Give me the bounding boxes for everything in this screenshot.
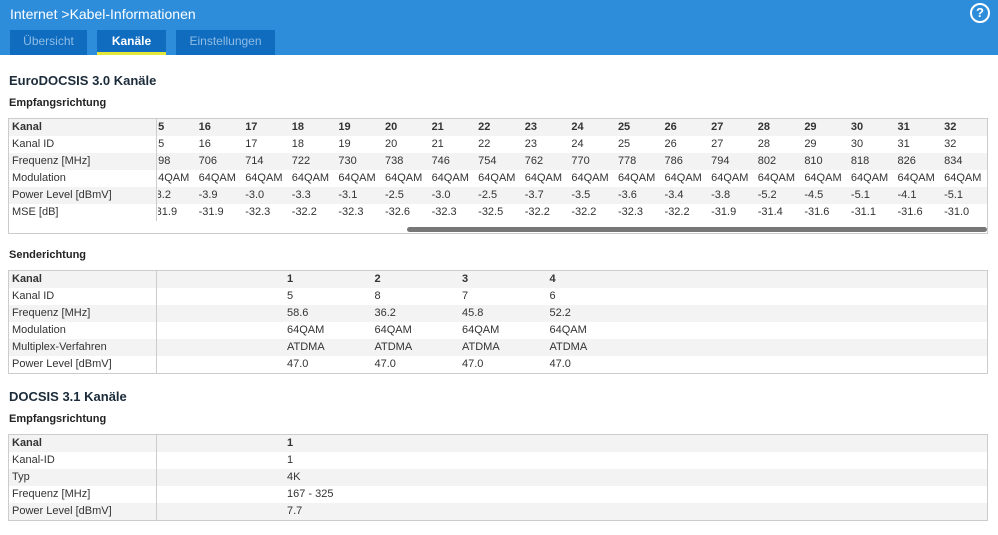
spacer-cell: [157, 503, 287, 520]
channel-cell: ATDMA: [374, 341, 413, 353]
subsection-title-downstream: Empfangsrichtung: [9, 97, 107, 109]
channel-cell: 8: [374, 290, 381, 302]
tab-einstellungen[interactable]: Einstellungen: [176, 30, 275, 55]
table-row: Frequenz [MHz] 58.6 36.2 45.8 52.2: [9, 305, 987, 322]
tab-bar: Übersicht Kanäle Einstellungen: [10, 30, 275, 55]
row-label: Modulation: [9, 170, 157, 187]
table-row: Typ 4K: [9, 469, 987, 486]
row-labels: Kanal Kanal ID Frequenz [MHz] Modulation Pow…: [9, 119, 987, 221]
table-row: Kanal: [9, 119, 158, 136]
table-row: Modulation: [9, 170, 158, 187]
row-label: Modulation: [9, 322, 157, 339]
channel-cell: ATDMA: [287, 341, 325, 353]
channel-cell: ATDMA: [549, 341, 588, 353]
breadcrumb: Internet >Kabel-Informationen: [10, 6, 196, 22]
channel-cell: 36.2: [374, 307, 396, 319]
row-label: Power Level [dBmV]: [9, 503, 157, 520]
channel-cell: ATDMA: [462, 341, 500, 353]
row-label: Power Level [dBmV]: [9, 356, 157, 373]
row-label: Kanal: [9, 119, 157, 136]
table-row: Frequenz [MHz] 167 - 325: [9, 486, 987, 503]
channel-cell: 64QAM: [374, 324, 412, 336]
docsis31-channel-table: Kanal 1 Kanal-ID 1 Typ 4K Frequenz [MHz] 167 - …: [8, 434, 988, 521]
row-label: Kanal ID: [9, 288, 157, 305]
row-label: Kanal: [9, 271, 157, 288]
subsection-title-upstream: Senderichtung: [9, 249, 87, 261]
spacer-cell: [157, 271, 287, 288]
table-row: Multiplex-Verfahren ATDMA ATDMA ATDMA ATDMA: [9, 339, 987, 356]
upstream-channel-table: Kanal 1 2 3 4 Kanal ID 5 8 7 6 Frequenz [MHz] 58.6 3…: [8, 270, 988, 374]
table-row: Kanal ID 5 8 7 6: [9, 288, 987, 305]
table-row: Kanal-ID 1: [9, 452, 987, 469]
breadcrumb-separator: >: [61, 6, 70, 22]
breadcrumb-current: Kabel-Informationen: [69, 6, 196, 22]
channel-cell: 6: [549, 290, 556, 302]
downstream-channel-table: Kanal Kanal ID Frequenz [MHz] Modulation Pow…: [8, 118, 988, 234]
spacer-cell: [157, 339, 287, 356]
row-label: Multiplex-Verfahren: [9, 339, 157, 356]
table-row: Kanal ID: [9, 136, 158, 153]
spacer-cell: [157, 356, 287, 373]
help-icon[interactable]: ?: [970, 3, 990, 23]
row-label: Kanal-ID: [9, 452, 157, 469]
row-label: MSE [dB]: [9, 204, 157, 221]
channel-cell: 1: [287, 454, 294, 466]
spacer-cell: [157, 452, 287, 469]
row-label: Kanal ID: [9, 136, 157, 153]
tab-kanaele[interactable]: Kanäle: [97, 30, 166, 55]
channel-cell: 47.0: [374, 358, 396, 370]
channel-cell: 52.2: [549, 307, 571, 319]
channel-cell: 58.6: [287, 307, 309, 319]
table-row: Power Level [dBmV]: [9, 187, 158, 204]
channel-cell: 7.7: [287, 505, 303, 517]
channel-cell: 64QAM: [549, 324, 587, 336]
spacer-cell: [157, 305, 287, 322]
row-label: Kanal: [9, 435, 157, 452]
spacer-cell: [157, 435, 287, 452]
row-label: Frequenz [MHz]: [9, 486, 157, 503]
channel-cell: 47.0: [462, 358, 484, 370]
spacer-cell: [157, 322, 287, 339]
section-title-eurodocsis: EuroDOCSIS 3.0 Kanäle: [9, 73, 157, 88]
row-label: Frequenz [MHz]: [9, 305, 157, 322]
channel-cell: 47.0: [287, 358, 309, 370]
channel-cell: 1: [287, 437, 294, 449]
spacer-cell: [157, 469, 287, 486]
table-row: Kanal 1: [9, 435, 987, 452]
channel-cell: 4K: [287, 471, 301, 483]
channel-cell: 5: [287, 290, 294, 302]
table-row: Kanal 1 2 3 4: [9, 271, 987, 288]
section-title-docsis31: DOCSIS 3.1 Kanäle: [9, 389, 127, 404]
channel-cell: 1: [287, 273, 294, 285]
table-row: Modulation 64QAM 64QAM 64QAM 64QAM: [9, 322, 987, 339]
table-row: Power Level [dBmV] 47.0 47.0 47.0 47.0: [9, 356, 987, 373]
header: Internet >Kabel-Informationen ? Übersich…: [0, 0, 998, 55]
horizontal-scrollbar[interactable]: [407, 227, 987, 232]
row-label: Power Level [dBmV]: [9, 187, 157, 204]
tab-uebersicht[interactable]: Übersicht: [10, 30, 87, 55]
channel-cell: 4: [549, 273, 556, 285]
row-label: Typ: [9, 469, 157, 486]
channel-cell: 45.8: [462, 307, 484, 319]
channel-cell: 3: [462, 273, 469, 285]
subsection-title-docsis31-downstream: Empfangsrichtung: [9, 413, 107, 425]
table-row: Frequenz [MHz]: [9, 153, 158, 170]
channel-cell: 167 - 325: [287, 488, 334, 500]
table-row: Power Level [dBmV] 7.7: [9, 503, 987, 520]
channel-cell: 2: [374, 273, 381, 285]
channel-cell: 64QAM: [462, 324, 500, 336]
channel-cell: 7: [462, 290, 469, 302]
spacer-cell: [157, 288, 287, 305]
spacer-cell: [157, 486, 287, 503]
channel-cell: 64QAM: [287, 324, 325, 336]
breadcrumb-internet[interactable]: Internet: [10, 6, 57, 22]
row-label: Frequenz [MHz]: [9, 153, 157, 170]
table-row: MSE [dB]: [9, 204, 158, 221]
channel-cell: 47.0: [549, 358, 571, 370]
